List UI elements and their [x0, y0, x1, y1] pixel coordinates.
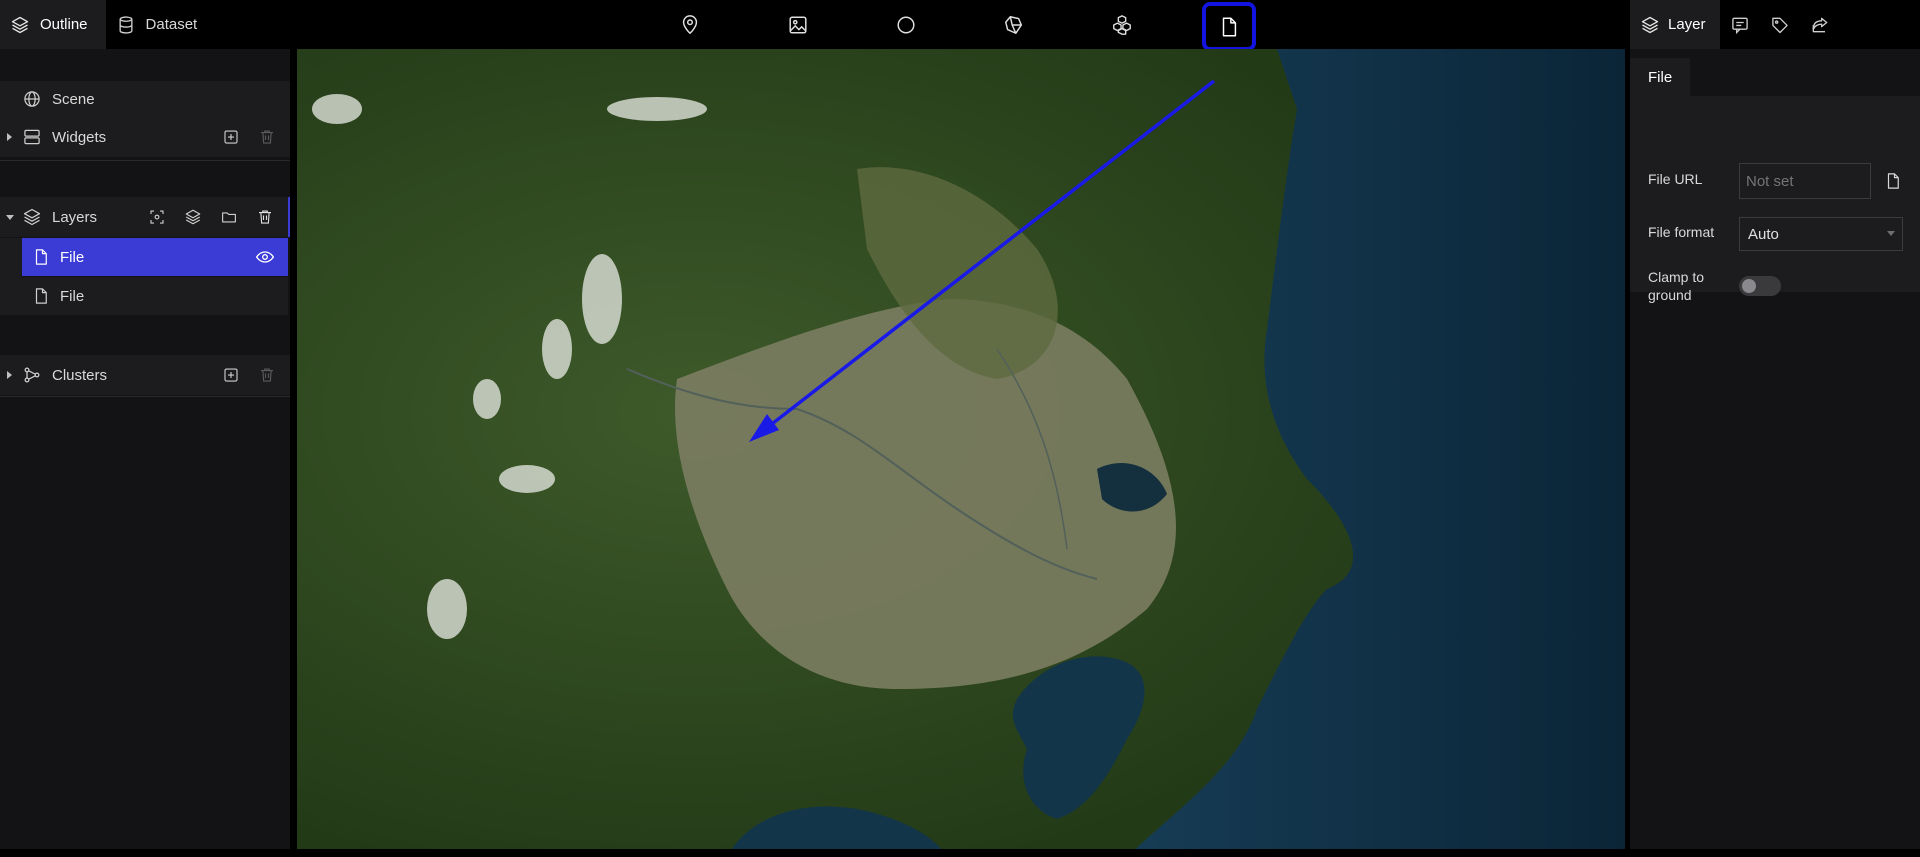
layer-toolbar [296, 0, 1626, 51]
outline-panel: Scene Widgets Layers File File Clusters [0, 49, 290, 857]
tab-tags[interactable] [1760, 0, 1800, 49]
trash-icon [261, 368, 273, 382]
layer-item-indent [0, 277, 22, 315]
clamp-to-ground-label: Clamp to ground [1648, 269, 1705, 303]
file-icon [1887, 173, 1899, 189]
add-model-button[interactable] [1104, 7, 1140, 43]
caret-right-icon[interactable] [4, 369, 16, 381]
tab-infobox[interactable] [1720, 0, 1760, 49]
toggle-knob [1742, 279, 1756, 293]
file-icon [32, 248, 50, 266]
focus-icon [150, 210, 164, 224]
visibility-toggle[interactable] [254, 246, 276, 268]
left-tab-bar: Outline Dataset [0, 0, 290, 49]
annotation-arrow [749, 79, 1216, 442]
box-3d-icon [1003, 14, 1025, 36]
plus-square-icon [224, 368, 238, 382]
file-icon [32, 287, 50, 305]
delete-cluster-button[interactable] [256, 364, 278, 386]
cubes-icon [1111, 14, 1133, 36]
chevron-down-icon [1887, 231, 1895, 236]
add-marker-button[interactable] [672, 7, 708, 43]
outline-layers[interactable]: Layers [0, 197, 290, 237]
clamp-to-ground-toggle[interactable] [1739, 276, 1781, 296]
file-url-label: File URL [1648, 171, 1703, 187]
add-sphere-button[interactable] [888, 7, 924, 43]
trash-icon [259, 210, 271, 224]
folder-icon [222, 212, 236, 223]
eye-icon [255, 251, 275, 263]
add-folder-button[interactable] [218, 206, 240, 228]
add-polygon-button[interactable] [996, 7, 1032, 43]
outline-scene-label: Scene [52, 90, 95, 108]
layer-item-label: File [60, 287, 85, 305]
clusters-actions [220, 364, 278, 386]
outline-clusters-label: Clusters [52, 366, 108, 384]
layers-icon [1640, 15, 1660, 35]
comment-icon [1730, 15, 1750, 35]
layers-add-icon [185, 209, 201, 225]
add-cluster-button[interactable] [220, 364, 242, 386]
add-layer-button[interactable] [182, 206, 204, 228]
layer-item-indent [0, 238, 22, 277]
tab-outline[interactable]: Outline [0, 0, 106, 49]
add-file-button[interactable] [1202, 2, 1256, 51]
tag-icon [1770, 15, 1790, 35]
caret-right-icon[interactable] [4, 131, 16, 143]
outline-scene[interactable]: Scene [0, 81, 290, 117]
outline-clusters[interactable]: Clusters [0, 355, 290, 395]
bottom-edge [0, 849, 1920, 857]
right-tab-bar: Layer [1630, 0, 1920, 49]
file-icon [1218, 16, 1240, 38]
plus-square-icon [224, 130, 238, 144]
file-picker-button[interactable] [1882, 170, 1904, 192]
layer-item-label: File [60, 248, 85, 266]
add-image-button[interactable] [780, 7, 816, 43]
image-icon [787, 14, 809, 36]
tab-export[interactable] [1800, 0, 1840, 49]
widgets-icon [22, 127, 42, 147]
layers-actions [146, 206, 276, 228]
inspector-subtab-bar: File [1630, 49, 1920, 96]
fly-to-layer-button[interactable] [146, 206, 168, 228]
trash-icon [261, 130, 273, 144]
subtab-file[interactable]: File [1630, 58, 1691, 96]
inspector-panel: File File URL File format Auto Clamp to … [1630, 49, 1920, 857]
file-format-select[interactable]: Auto [1739, 217, 1903, 251]
circle-icon [895, 14, 917, 36]
layer-item-file-1[interactable]: File [22, 238, 288, 276]
delete-widget-button[interactable] [256, 126, 278, 148]
outline-widgets[interactable]: Widgets [0, 117, 290, 157]
file-format-label: File format [1648, 224, 1715, 240]
tab-layer-label: Layer [1668, 16, 1706, 33]
tab-layer[interactable]: Layer [1630, 0, 1720, 49]
file-url-input[interactable] [1739, 163, 1871, 199]
database-icon [116, 15, 136, 35]
outline-layers-label: Layers [52, 208, 98, 226]
cluster-icon [22, 365, 42, 385]
outline-widgets-label: Widgets [52, 128, 107, 146]
file-properties: File URL File format Auto Clamp to groun… [1630, 96, 1920, 303]
layer-item-file-2[interactable]: File [22, 277, 288, 315]
widgets-actions [220, 126, 278, 148]
caret-down-icon[interactable] [4, 211, 16, 223]
map-pin-icon [679, 14, 701, 36]
outline-divider [0, 160, 290, 161]
export-icon [1810, 15, 1830, 35]
subtab-file-label: File [1648, 68, 1673, 86]
add-widget-button[interactable] [220, 126, 242, 148]
tab-dataset[interactable]: Dataset [106, 0, 216, 49]
tab-outline-label: Outline [40, 16, 88, 33]
delete-layer-button[interactable] [254, 206, 276, 228]
map-viewport[interactable] [297, 49, 1625, 857]
tab-dataset-label: Dataset [145, 16, 198, 33]
layers-icon [22, 207, 42, 227]
globe-icon [22, 89, 42, 109]
layers-icon [10, 15, 30, 35]
outline-divider [0, 396, 290, 397]
file-format-value: Auto [1748, 225, 1779, 243]
